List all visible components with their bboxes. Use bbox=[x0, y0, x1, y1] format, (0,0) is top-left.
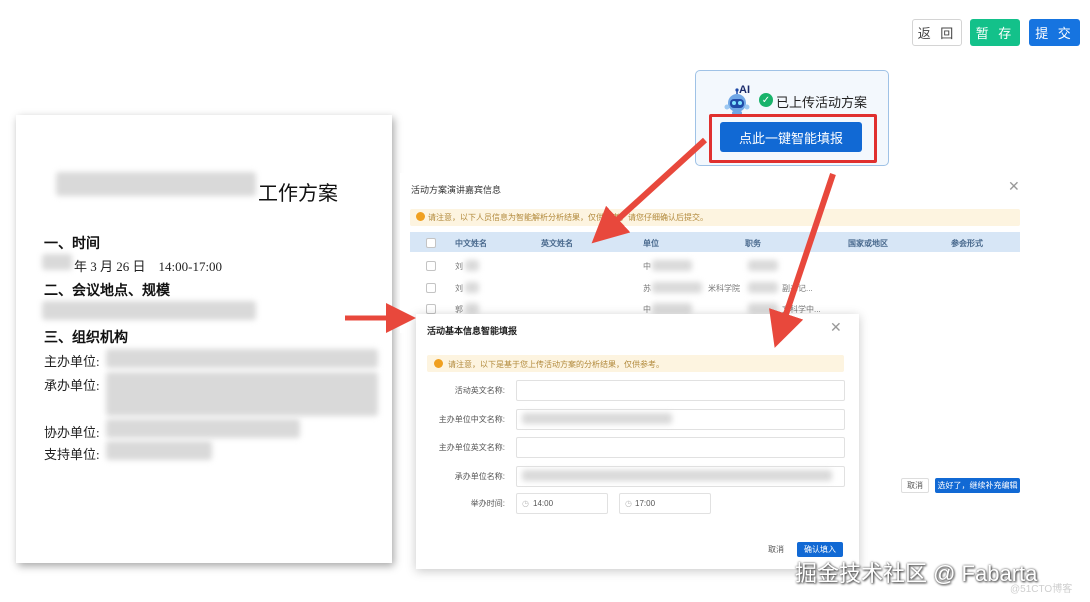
basic-dialog-title: 活动基本信息智能填报 bbox=[427, 326, 518, 336]
back-button[interactable]: 返 回 bbox=[912, 19, 962, 46]
redacted-cell bbox=[652, 282, 702, 293]
guest-name: 刘 bbox=[455, 262, 463, 271]
guest-notice-text: 请注意，以下人员信息为智能解析分析结果，仅供参考，请您仔细确认后提交。 bbox=[428, 213, 708, 222]
redacted-support bbox=[106, 441, 212, 460]
redacted-cell bbox=[748, 303, 778, 314]
row-checkbox[interactable] bbox=[426, 304, 436, 314]
start-time-input[interactable] bbox=[516, 493, 608, 514]
row-checkbox[interactable] bbox=[426, 261, 436, 271]
column-header: 单位 bbox=[643, 239, 659, 248]
basic-notice-text: 请注意，以下是基于您上传活动方案的分析结果，仅供参考。 bbox=[448, 360, 664, 369]
upload-status-text: 已上传活动方案 bbox=[776, 95, 868, 110]
section-venue-heading: 二、会议地点、规模 bbox=[44, 282, 170, 298]
guest-dialog-title: 活动方案演讲嘉宾信息 bbox=[411, 185, 502, 195]
guest-unit: 中 bbox=[643, 262, 651, 271]
column-header: 国家或地区 bbox=[848, 239, 888, 248]
guest-title-cell: 副书记... bbox=[782, 284, 813, 293]
basic-cancel-button[interactable]: 取消 bbox=[761, 542, 791, 557]
host-en-name-input[interactable] bbox=[516, 437, 845, 458]
basic-confirm-button[interactable]: 确认填入 bbox=[797, 542, 843, 557]
support-label: 支持单位: bbox=[44, 447, 100, 462]
smart-autofill-button[interactable]: 点此一键智能填报 bbox=[720, 122, 862, 152]
redacted-cell bbox=[652, 303, 692, 314]
column-header: 职务 bbox=[745, 239, 761, 248]
redacted-co-organizer bbox=[106, 419, 300, 438]
redacted-organizer bbox=[106, 372, 378, 416]
clock-icon: ◷ bbox=[625, 499, 632, 508]
warning-icon bbox=[416, 212, 425, 221]
co-organizer-label: 协办单位: bbox=[44, 425, 100, 440]
guest-name: 刘 bbox=[455, 284, 463, 293]
redacted-cell bbox=[748, 282, 778, 293]
redacted-value bbox=[522, 470, 832, 481]
event-date: 年 3 月 26 日 14:00-17:00 bbox=[74, 259, 223, 274]
warning-icon bbox=[434, 359, 443, 368]
redacted-year bbox=[42, 254, 72, 270]
redacted-cell bbox=[465, 282, 479, 293]
redacted-value bbox=[522, 413, 672, 424]
guest-unit-extra: 米科学院 bbox=[708, 284, 740, 293]
field-label: 主办单位中文名称: bbox=[438, 415, 505, 424]
guest-table-header bbox=[410, 232, 1020, 252]
document-title: 工作方案 bbox=[258, 183, 338, 205]
guest-info-dialog bbox=[400, 173, 1030, 333]
clock-icon: ◷ bbox=[522, 499, 529, 508]
guest-cancel-button[interactable]: 取消 bbox=[901, 478, 929, 493]
redacted-host bbox=[106, 349, 378, 368]
submit-button[interactable]: 提 交 bbox=[1029, 19, 1080, 46]
check-circle-icon: ✓ bbox=[759, 93, 773, 107]
column-header: 参会形式 bbox=[951, 239, 983, 248]
guest-unit: 苏 bbox=[643, 284, 651, 293]
ai-label: AI bbox=[739, 84, 750, 96]
end-time-input[interactable] bbox=[619, 493, 711, 514]
redacted-cell bbox=[465, 303, 479, 314]
column-header: 中文姓名 bbox=[455, 239, 487, 248]
section-org-heading: 三、组织机构 bbox=[44, 329, 128, 345]
organizer-label: 承办单位: bbox=[44, 378, 100, 393]
select-all-checkbox[interactable] bbox=[426, 238, 436, 248]
watermark: 掘金技术社区 @ Fabarta bbox=[795, 561, 1038, 586]
redacted-title bbox=[56, 172, 256, 196]
redacted-cell bbox=[652, 260, 692, 271]
save-draft-button[interactable]: 暂 存 bbox=[970, 19, 1020, 46]
row-checkbox[interactable] bbox=[426, 283, 436, 293]
close-icon[interactable]: ✕ bbox=[830, 319, 842, 336]
watermark-sub: @51CTO博客 bbox=[1010, 584, 1073, 595]
section-time-heading: 一、时间 bbox=[44, 235, 100, 251]
end-time-value: 17:00 bbox=[635, 499, 656, 508]
redacted-venue bbox=[42, 301, 256, 320]
event-en-name-input[interactable] bbox=[516, 380, 845, 401]
redacted-cell bbox=[465, 260, 479, 271]
field-label: 举办时间: bbox=[470, 499, 505, 508]
column-header: 英文姓名 bbox=[541, 239, 573, 248]
field-label: 活动英文名称: bbox=[454, 386, 505, 395]
host-label: 主办单位: bbox=[44, 354, 100, 369]
redacted-cell bbox=[748, 260, 778, 271]
field-label: 承办单位名称: bbox=[454, 472, 505, 481]
guest-confirm-button[interactable]: 选好了，继续补充编辑 bbox=[935, 478, 1020, 493]
start-time-value: 14:00 bbox=[533, 499, 554, 508]
field-label: 主办单位英文名称: bbox=[438, 443, 505, 452]
close-icon[interactable]: ✕ bbox=[1008, 178, 1020, 195]
